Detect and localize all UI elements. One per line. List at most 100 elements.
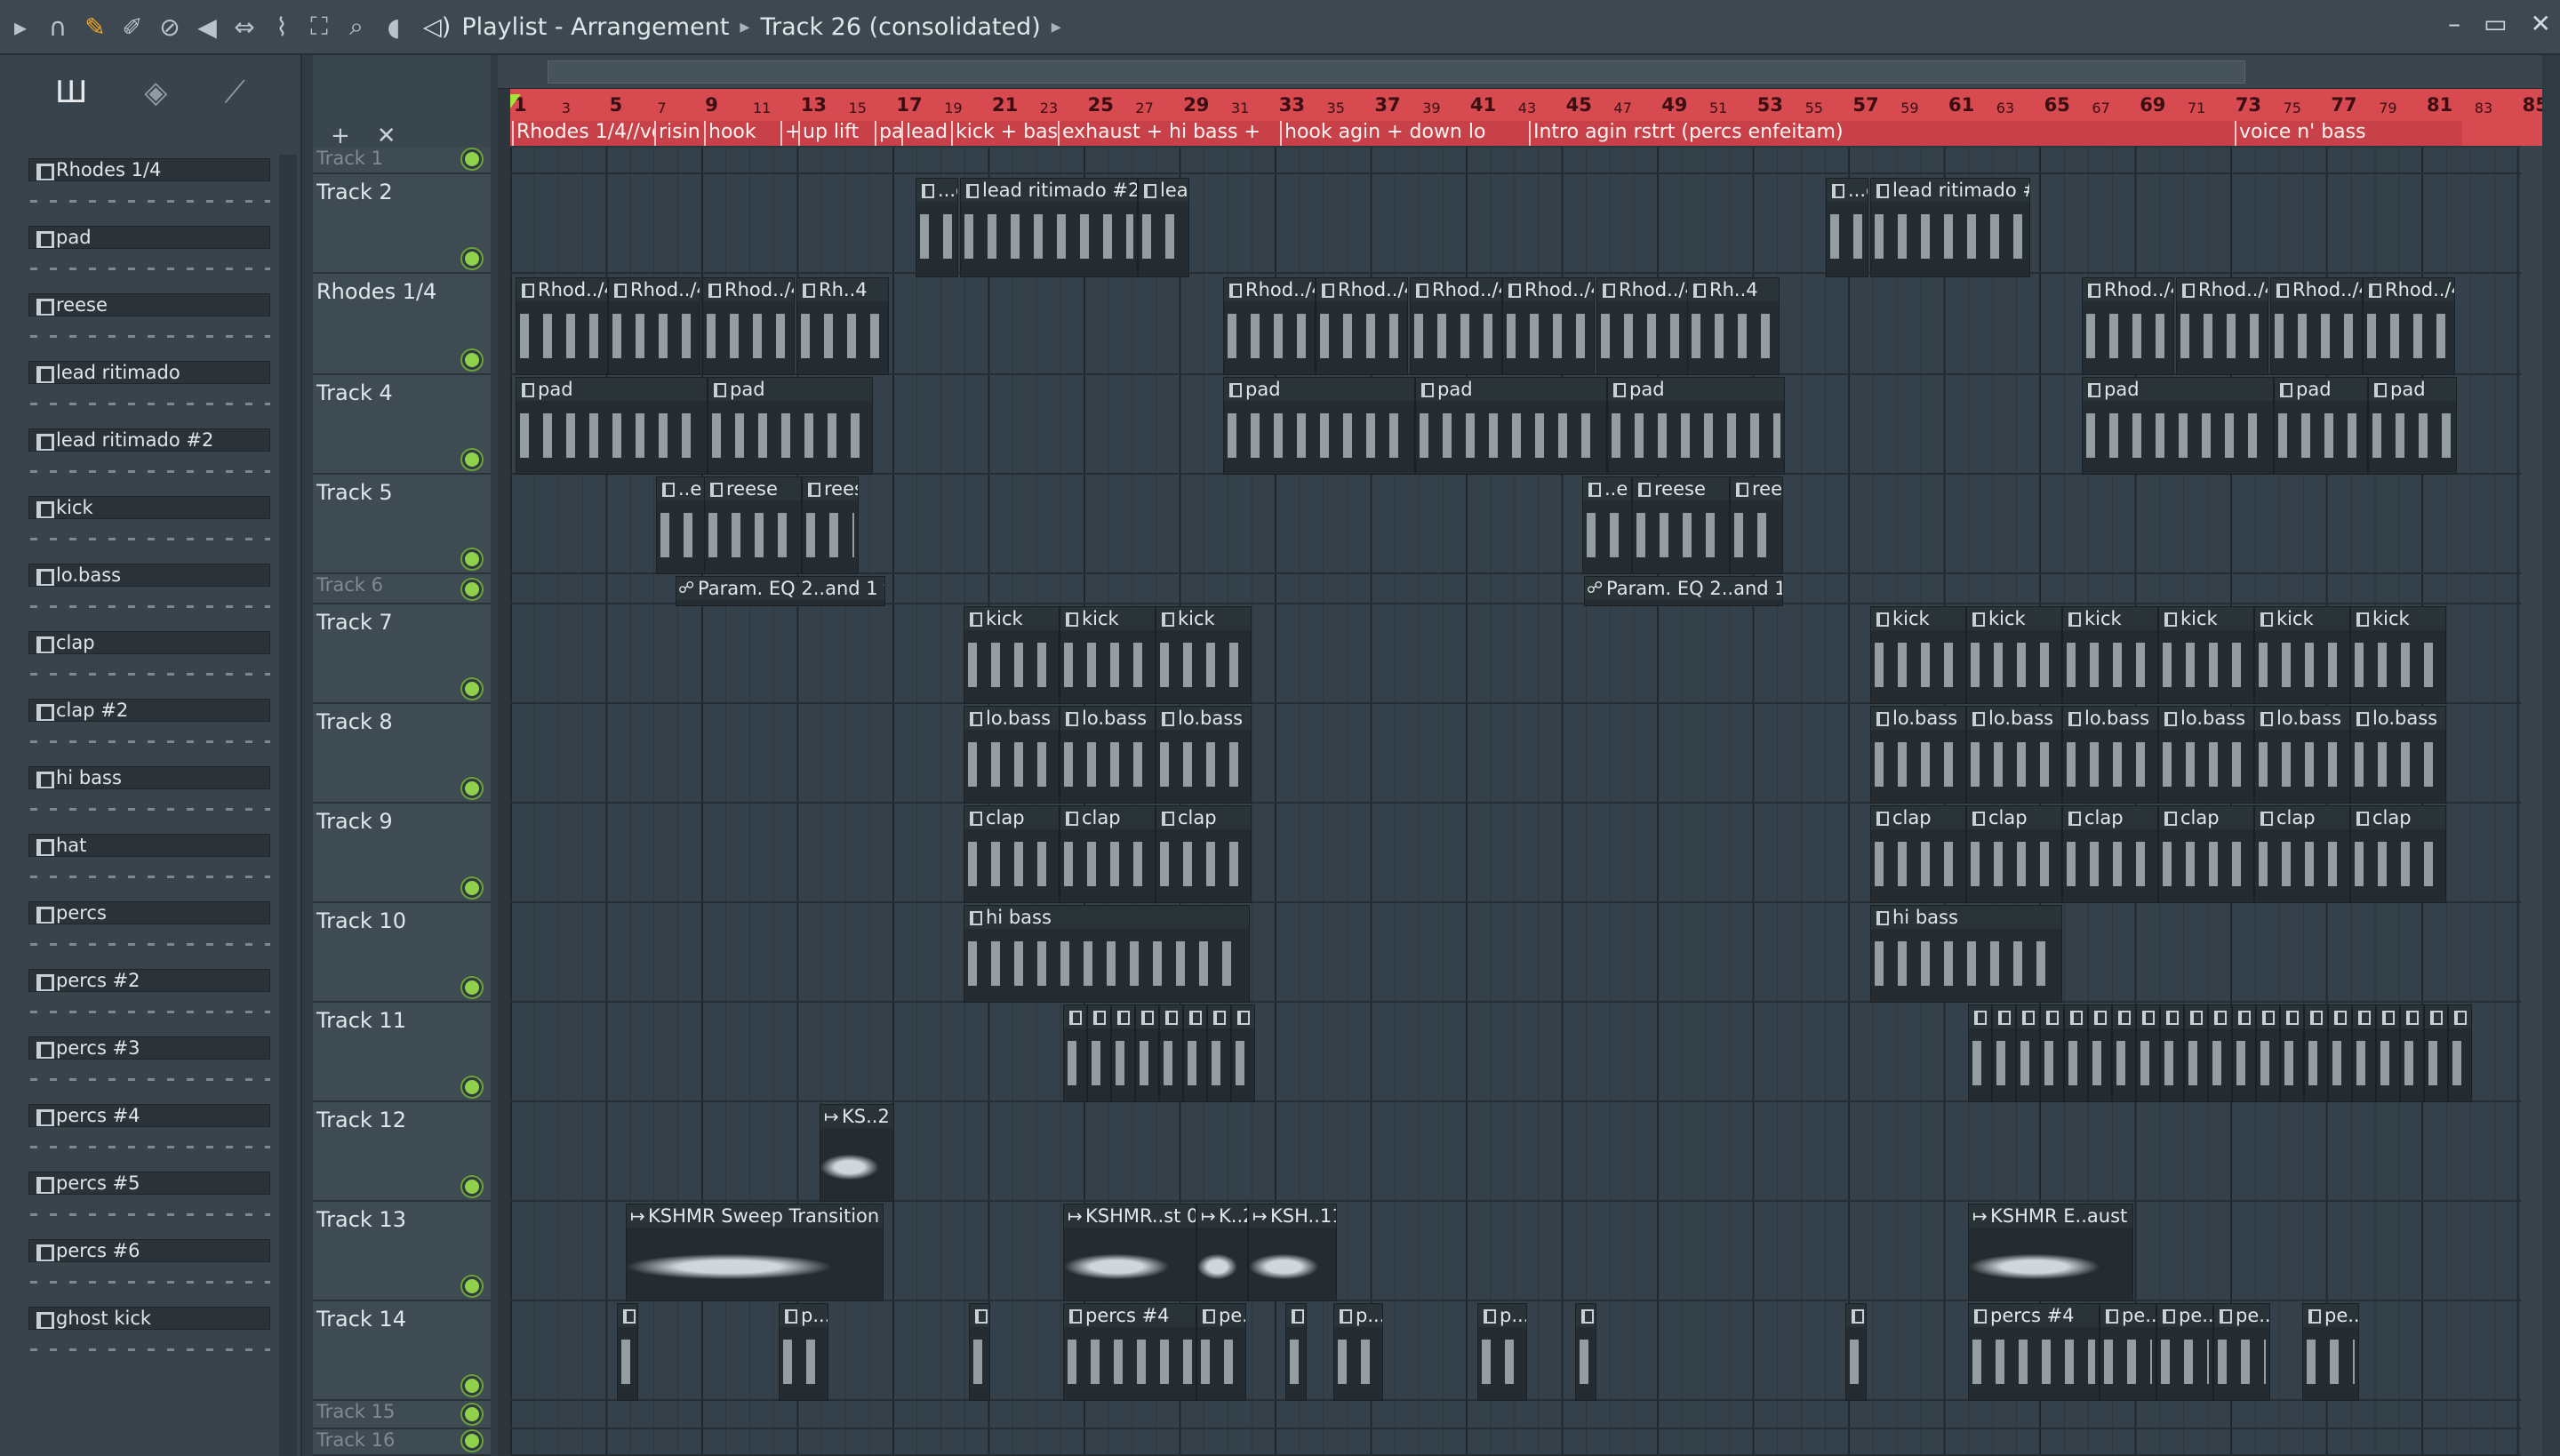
pattern-clip[interactable]: Rhod../4 — [2082, 277, 2174, 375]
pattern-clip[interactable] — [969, 1303, 990, 1401]
pattern-item[interactable]: percs #6 — [25, 1236, 276, 1303]
pattern-clip[interactable] — [2304, 1004, 2328, 1102]
patterns-view-icon[interactable]: Ш — [55, 75, 87, 110]
add-track-button[interactable]: + — [331, 123, 350, 149]
pattern-item[interactable]: percs — [25, 898, 276, 965]
arrangement-marker[interactable]: hook agin + down lo — [1280, 121, 1529, 146]
pattern-clip[interactable]: clap — [1966, 805, 2062, 903]
arrangement-marker[interactable]: risin — [654, 121, 704, 146]
arrangement-area[interactable]: 1 5 9 13 17 21 25 29 33 37 41 45 49 53 57 61 65 69 73 77 81 8… — [498, 55, 2542, 1456]
arrangement-marker[interactable]: voice n' bass — [2235, 121, 2448, 146]
pattern-clip[interactable]: pad — [1607, 377, 1785, 475]
pattern-list-scrollbar[interactable] — [279, 155, 297, 1456]
track-mute-led-icon[interactable] — [462, 779, 482, 798]
track-header[interactable]: Track 12 — [313, 1102, 491, 1202]
pattern-clip[interactable] — [2064, 1004, 2088, 1102]
pattern-clip[interactable]: ..e — [1582, 476, 1632, 574]
pattern-clip[interactable]: clap — [2350, 805, 2446, 903]
track-mute-led-icon[interactable] — [462, 1276, 482, 1296]
pattern-item[interactable]: reese — [25, 290, 276, 357]
pattern-clip[interactable]: clap — [1060, 805, 1156, 903]
pattern-clip[interactable] — [2112, 1004, 2136, 1102]
pattern-clip[interactable]: Rhod../4 — [1410, 277, 1502, 375]
pattern-clip[interactable]: lo.bass — [964, 706, 1060, 804]
pattern-clip[interactable] — [2232, 1004, 2256, 1102]
pattern-clip[interactable] — [1087, 1004, 1111, 1102]
pattern-clip[interactable] — [2184, 1004, 2208, 1102]
pattern-clip[interactable]: Rh..4 — [1687, 277, 1780, 375]
pattern-clip[interactable]: p... — [1333, 1303, 1383, 1401]
pattern-clip[interactable]: kick — [1060, 606, 1156, 704]
track-header[interactable]: Track 16 — [313, 1429, 491, 1456]
pattern-clip[interactable]: p... — [779, 1303, 828, 1401]
pattern-clip[interactable]: kick — [1870, 606, 1966, 704]
track-mute-led-icon[interactable] — [462, 1431, 482, 1451]
track-mute-led-icon[interactable] — [462, 679, 482, 699]
pattern-clip[interactable] — [2424, 1004, 2448, 1102]
pattern-clip[interactable]: Rhod../4 — [2270, 277, 2363, 375]
pattern-clip[interactable] — [2160, 1004, 2184, 1102]
playhead-marker-icon[interactable] — [510, 94, 521, 108]
pattern-clip[interactable]: reese — [1632, 476, 1730, 574]
pattern-clip[interactable]: pad — [2274, 377, 2368, 475]
track-mute-led-icon[interactable] — [462, 978, 482, 997]
slice-icon[interactable]: ⌇ — [265, 10, 299, 44]
track-mute-led-icon[interactable] — [462, 1177, 482, 1196]
pattern-clip[interactable] — [1992, 1004, 2016, 1102]
track-header[interactable]: Track 14 — [313, 1301, 491, 1401]
horizontal-scroll-thumb[interactable] — [548, 60, 2245, 84]
slip-icon[interactable]: ⇔ — [228, 10, 261, 44]
automation-clip[interactable]: Param. EQ 2..and 1 freq — [676, 576, 885, 606]
pattern-clip[interactable]: pad — [516, 377, 708, 475]
brush-icon[interactable]: ✐ — [116, 10, 149, 44]
pattern-clip[interactable]: p... — [1477, 1303, 1527, 1401]
pattern-clip[interactable]: kick — [2254, 606, 2350, 704]
pattern-clip[interactable]: Rhod../4 — [1596, 277, 1689, 375]
vertical-scrollbar[interactable] — [2521, 146, 2542, 1456]
pattern-clip[interactable]: hi bass — [964, 905, 1250, 1003]
pattern-clip[interactable] — [2016, 1004, 2040, 1102]
track-header[interactable]: Track 2 — [313, 174, 491, 274]
delete-track-button[interactable]: ✕ — [377, 123, 396, 149]
track-header[interactable]: Track 4 — [313, 375, 491, 475]
maximize-button[interactable]: ▭ — [2484, 9, 2507, 38]
track-lane[interactable] — [510, 148, 2542, 174]
pattern-clip[interactable]: clap — [1870, 805, 1966, 903]
pattern-clip[interactable]: kick — [2350, 606, 2446, 704]
play-icon[interactable]: ▸ — [4, 10, 37, 44]
delete-icon[interactable]: ⊘ — [153, 10, 187, 44]
pattern-clip[interactable]: lea..o #2 — [1138, 178, 1189, 277]
pencil-icon[interactable]: ✎ — [78, 10, 112, 44]
pattern-clip[interactable]: pad — [1223, 377, 1415, 475]
pattern-clip[interactable]: ...o — [916, 178, 958, 277]
track-mute-led-icon[interactable] — [462, 249, 482, 268]
track-mute-led-icon[interactable] — [462, 149, 482, 169]
pattern-item[interactable]: kick — [25, 492, 276, 560]
track-header[interactable]: Track 8 — [313, 704, 491, 804]
pattern-item[interactable]: percs #3 — [25, 1033, 276, 1100]
pattern-clip[interactable] — [1231, 1004, 1255, 1102]
pattern-clip[interactable]: Rhod../4 — [1223, 277, 1316, 375]
pattern-clip[interactable] — [2376, 1004, 2400, 1102]
arrangement-marker[interactable]: lead — [901, 121, 951, 146]
track-lane[interactable] — [510, 1401, 2542, 1429]
track-header[interactable]: Track 13 — [313, 1202, 491, 1301]
track-header[interactable]: Track 15 — [313, 1401, 491, 1429]
pattern-clip[interactable]: pad — [708, 377, 873, 475]
pattern-item[interactable]: lead ritimado #2 — [25, 425, 276, 492]
pattern-clip[interactable] — [2448, 1004, 2472, 1102]
pattern-clip[interactable]: Rhod../4 — [1502, 277, 1595, 375]
close-button[interactable]: ✕ — [2531, 9, 2551, 38]
pattern-clip[interactable]: pe..4 — [2302, 1303, 2359, 1401]
pattern-clip[interactable] — [2256, 1004, 2280, 1102]
pattern-clip[interactable]: pad — [2082, 377, 2274, 475]
pattern-clip[interactable] — [1845, 1303, 1867, 1401]
pattern-clip[interactable]: clap — [2062, 805, 2158, 903]
pattern-clip[interactable]: pe..4 — [2100, 1303, 2156, 1401]
pattern-clip[interactable] — [2400, 1004, 2424, 1102]
pattern-clip[interactable] — [2088, 1004, 2112, 1102]
pattern-clip[interactable]: Rh..4 — [796, 277, 889, 375]
pattern-clip[interactable]: Rhod../4 — [516, 277, 608, 375]
pattern-clip[interactable] — [1968, 1004, 1992, 1102]
zoom-icon[interactable]: ⌕ — [340, 10, 373, 44]
